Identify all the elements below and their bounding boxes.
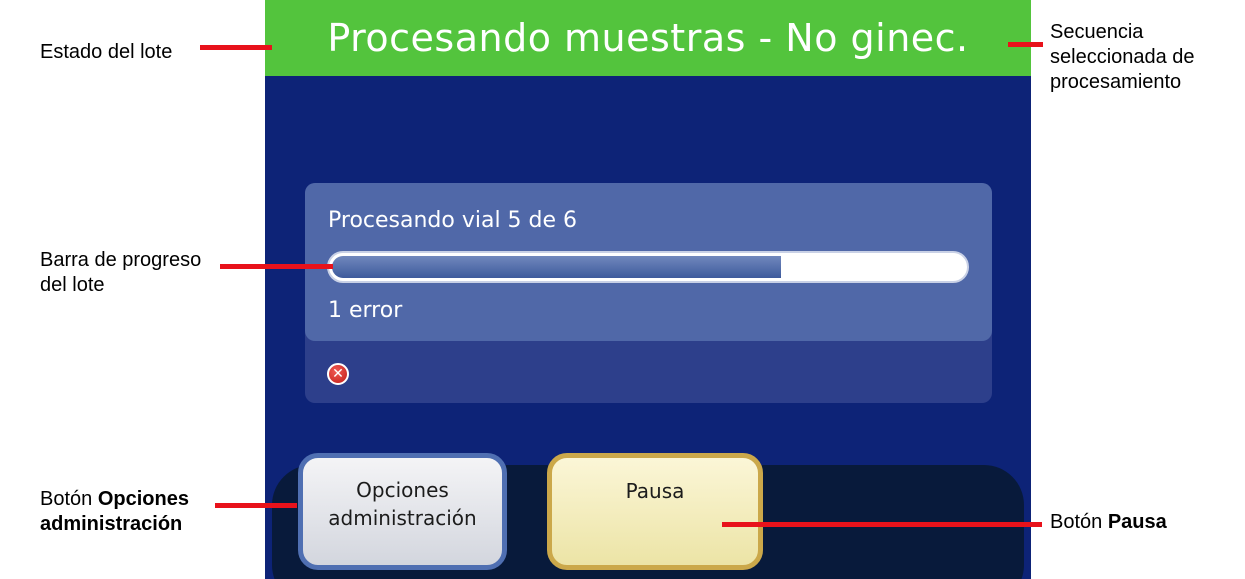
callout-pause-bold: Pausa: [1107, 511, 1167, 533]
callout-progress-bar: Barra de progreso del lote: [40, 248, 201, 298]
admin-options-label-line1: Opciones: [356, 478, 449, 502]
error-x-icon[interactable]: ✕: [327, 363, 349, 385]
status-title: Procesando muestras - No ginec.: [327, 16, 969, 60]
callout-admin-bold-line2: administración: [40, 513, 183, 535]
status-title-bar: Procesando muestras - No ginec.: [265, 0, 1031, 76]
pause-label: Pausa: [625, 479, 685, 503]
admin-options-label-line2: administración: [328, 506, 477, 530]
callout-sequence: Secuencia seleccionada de procesamiento: [1050, 20, 1195, 95]
callout-admin-button: Botón Opciones administración: [40, 487, 189, 537]
callout-admin-bold-line1: Opciones: [97, 488, 189, 510]
error-count-text: 1 error: [328, 298, 403, 323]
callout-progress-bar-line1: Barra de progreso: [40, 249, 202, 271]
pause-button[interactable]: Pausa: [547, 453, 763, 570]
progress-bar-fill: [332, 256, 781, 278]
progress-text: Procesando vial 5 de 6: [328, 208, 578, 233]
leader-line-batch-status: [200, 45, 272, 50]
callout-batch-status: Estado del lote: [40, 40, 172, 65]
admin-options-button[interactable]: Opciones administración: [298, 453, 507, 570]
batch-progress-bar: [327, 251, 969, 283]
callout-sequence-line2: seleccionada de: [1050, 46, 1195, 68]
leader-line-pause-button: [722, 522, 1042, 527]
leader-line-admin-button: [215, 503, 297, 508]
leader-line-progress-bar: [220, 264, 333, 269]
callout-batch-status-text: Estado del lote: [40, 41, 173, 63]
progress-info-area: Procesando vial 5 de 6 1 error: [305, 183, 992, 341]
callout-progress-bar-line2: del lote: [40, 274, 105, 296]
device-screen: Procesando muestras - No ginec. Procesan…: [265, 0, 1031, 579]
callout-sequence-line1: Secuencia: [1050, 21, 1144, 43]
callout-admin-prefix: Botón: [40, 488, 93, 510]
callout-sequence-line3: procesamiento: [1050, 71, 1182, 93]
progress-panel: Procesando vial 5 de 6 1 error ✕: [305, 183, 992, 403]
callout-pause-prefix: Botón: [1050, 511, 1103, 533]
leader-line-sequence: [1008, 42, 1043, 47]
callout-pause-button: Botón Pausa: [1050, 510, 1167, 535]
